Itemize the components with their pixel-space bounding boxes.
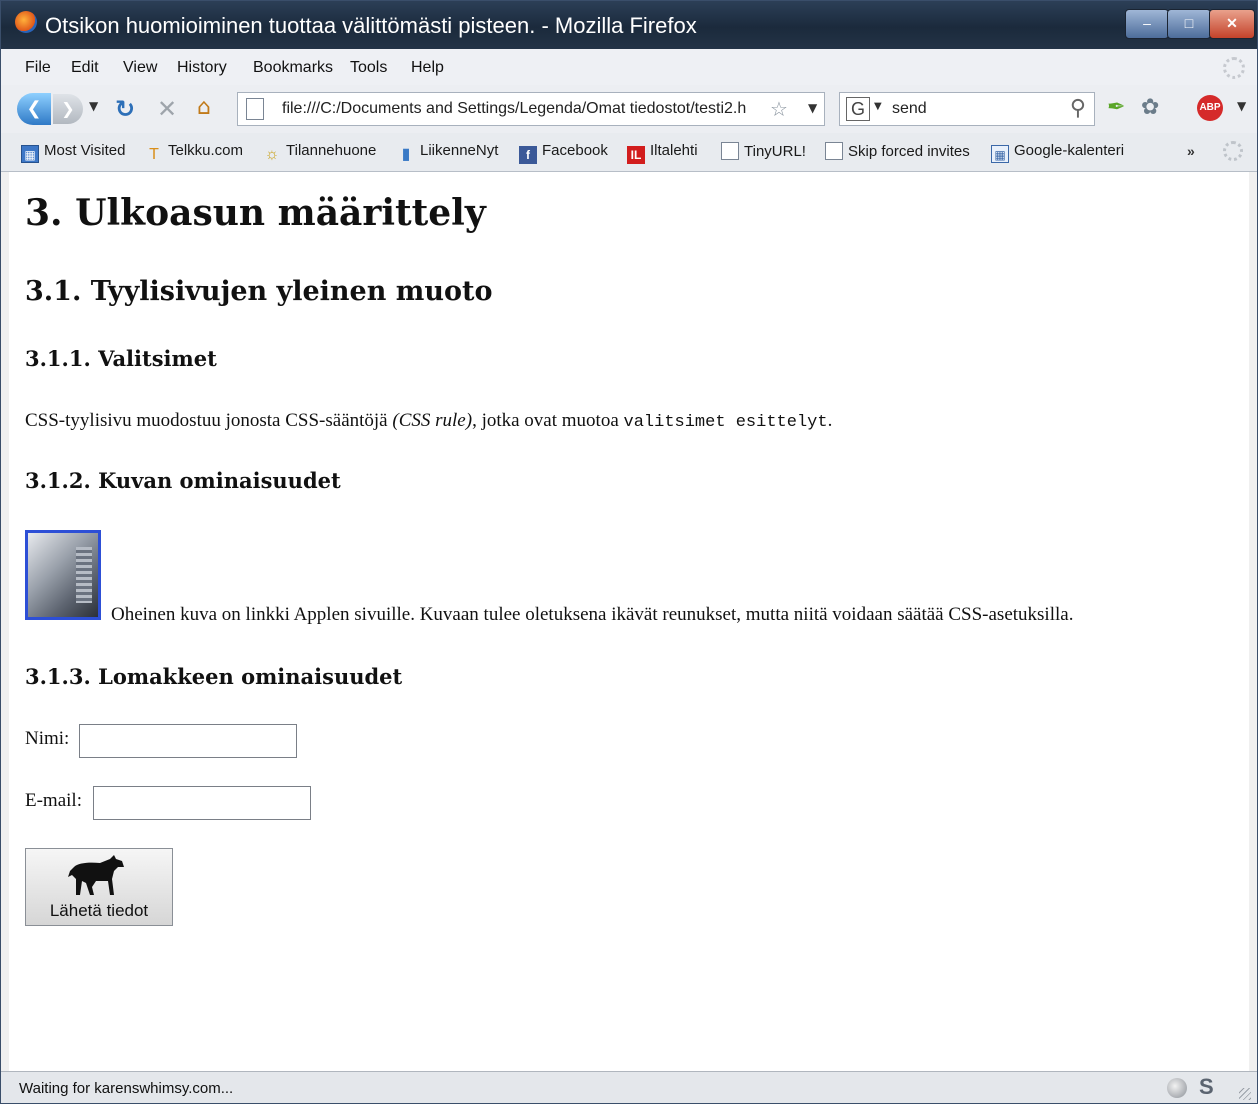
menu-edit[interactable]: Edit <box>71 59 99 77</box>
url-bar[interactable]: file:///C:/Documents and Settings/Legend… <box>237 92 825 126</box>
bookmark-tinyurl[interactable]: TinyURL! <box>721 142 806 160</box>
url-dropdown-icon[interactable]: ▼ <box>808 101 817 115</box>
facebook-icon: f <box>519 146 537 164</box>
computer-image <box>76 547 92 603</box>
email-label: E-mail: <box>25 790 82 811</box>
skype-icon[interactable]: S <box>1199 1074 1214 1100</box>
browser-window: Otsikon huomioiminen tuottaa välittömäst… <box>0 0 1258 1104</box>
resize-grip-icon[interactable] <box>1239 1088 1251 1100</box>
menu-view[interactable]: View <box>123 59 157 77</box>
page-icon <box>721 142 739 160</box>
menu-file[interactable]: File <box>25 59 51 77</box>
bookmark-tilannehuone[interactable]: ☼ Tilannehuone <box>263 142 377 164</box>
status-bar: Waiting for karenswhimsy.com... S <box>1 1071 1257 1103</box>
menu-bookmarks[interactable]: Bookmarks <box>253 59 333 77</box>
google-icon[interactable]: G <box>846 97 870 121</box>
navigation-toolbar: ❮ ❯ ▼ ↻ ✕ ⌂ file:///C:/Documents and Set… <box>1 85 1257 133</box>
bookmark-google-kalenteri[interactable]: ▦ Google-kalenteri <box>991 142 1124 163</box>
email-input[interactable] <box>93 786 311 820</box>
more-bookmarks-icon[interactable]: » <box>1187 143 1195 159</box>
stop-icon[interactable]: ✕ <box>157 95 177 123</box>
menu-history[interactable]: History <box>177 59 227 77</box>
bookmark-star-icon[interactable]: ☆ <box>770 97 788 121</box>
subsection-heading-valitsimet: 3.1.1. Valitsimet <box>25 346 217 371</box>
subsection-heading-lomakkeen: 3.1.3. Lomakkeen ominaisuudet <box>25 664 403 689</box>
tilannehuone-icon: ☼ <box>264 146 280 163</box>
section-heading: 3.1. Tyylisivujen yleinen muoto <box>25 276 493 307</box>
back-button[interactable]: ❮ <box>17 93 51 125</box>
name-input[interactable] <box>79 724 297 758</box>
adblock-icon[interactable]: ABP <box>1197 95 1223 121</box>
back-arrow-icon: ❮ <box>26 98 42 119</box>
horse-icon <box>68 855 124 895</box>
bookmark-skip-forced-invites[interactable]: Skip forced invites <box>825 142 970 160</box>
page-content: 3. Ulkoasun määrittely 3.1. Tyylisivujen… <box>9 172 1249 1071</box>
throbber-icon <box>1223 57 1245 79</box>
maximize-button[interactable]: □ <box>1167 9 1211 39</box>
bookmark-iltalehti[interactable]: IL Iltalehti <box>627 142 698 164</box>
iltalehti-icon: IL <box>627 146 645 164</box>
bookmark-facebook[interactable]: f Facebook <box>519 142 608 164</box>
submit-button[interactable]: Lähetä tiedot <box>25 848 173 926</box>
apple-image-link[interactable] <box>25 530 101 620</box>
forward-button[interactable]: ❯ <box>53 94 83 124</box>
minimize-button[interactable]: – <box>1125 9 1169 39</box>
search-bar[interactable]: G ▼ send ⚲ <box>839 92 1095 126</box>
menu-bar: File Edit View History Bookmarks Tools H… <box>1 49 1257 85</box>
page-icon <box>246 98 264 120</box>
bookmark-liikennenyt[interactable]: ▮ LiikenneNyt <box>397 142 499 164</box>
subsection-heading-kuvan: 3.1.2. Kuvan ominaisuudet <box>25 468 341 493</box>
bookmarks-toolbar: ▦ Most Visited T Telkku.com ☼ Tilannehuone … <box>1 133 1257 172</box>
name-label: Nimi: <box>25 728 70 749</box>
search-input[interactable]: send <box>892 100 927 118</box>
most-visited-icon: ▦ <box>21 145 39 163</box>
close-button[interactable]: ✕ <box>1209 9 1255 39</box>
magnifier-icon[interactable]: ⚲ <box>1070 96 1086 121</box>
firefox-icon <box>15 11 37 33</box>
status-text: Waiting for karenswhimsy.com... <box>19 1080 234 1097</box>
submit-button-label: Lähetä tiedot <box>49 901 149 920</box>
window-title: Otsikon huomioiminen tuottaa välittömäst… <box>45 13 697 38</box>
bookmark-most-visited[interactable]: ▦ Most Visited <box>21 142 125 163</box>
calendar-icon: ▦ <box>991 145 1009 163</box>
url-text[interactable]: file:///C:/Documents and Settings/Legend… <box>282 100 746 118</box>
image-caption: Oheinen kuva on linkki Applen sivuille. … <box>111 604 1074 625</box>
more-dropdown-icon[interactable]: ▼ <box>1237 99 1246 113</box>
selectors-paragraph: CSS-tyylisivu muodostuu jonosta CSS-sään… <box>25 410 833 432</box>
history-dropdown-icon[interactable]: ▼ <box>89 99 98 113</box>
bookmark-telkku[interactable]: T Telkku.com <box>145 142 243 164</box>
forward-arrow-icon: ❯ <box>61 99 75 118</box>
page-heading: 3. Ulkoasun määrittely <box>25 192 486 234</box>
home-icon[interactable]: ⌂ <box>197 95 211 120</box>
menu-help[interactable]: Help <box>411 59 444 77</box>
reload-icon[interactable]: ↻ <box>115 95 135 123</box>
extension-icon[interactable]: ✿ <box>1141 95 1159 120</box>
loading-icon <box>1223 141 1243 161</box>
search-engine-dropdown-icon[interactable]: ▼ <box>874 101 882 112</box>
telkku-icon: T <box>149 146 159 163</box>
globe-icon[interactable] <box>1167 1078 1187 1098</box>
menu-tools[interactable]: Tools <box>350 59 387 77</box>
title-bar: Otsikon huomioiminen tuottaa välittömäst… <box>1 1 1257 49</box>
pen-icon[interactable]: ✒ <box>1107 95 1125 120</box>
page-icon <box>825 142 843 160</box>
liikennenyt-icon: ▮ <box>401 146 411 163</box>
